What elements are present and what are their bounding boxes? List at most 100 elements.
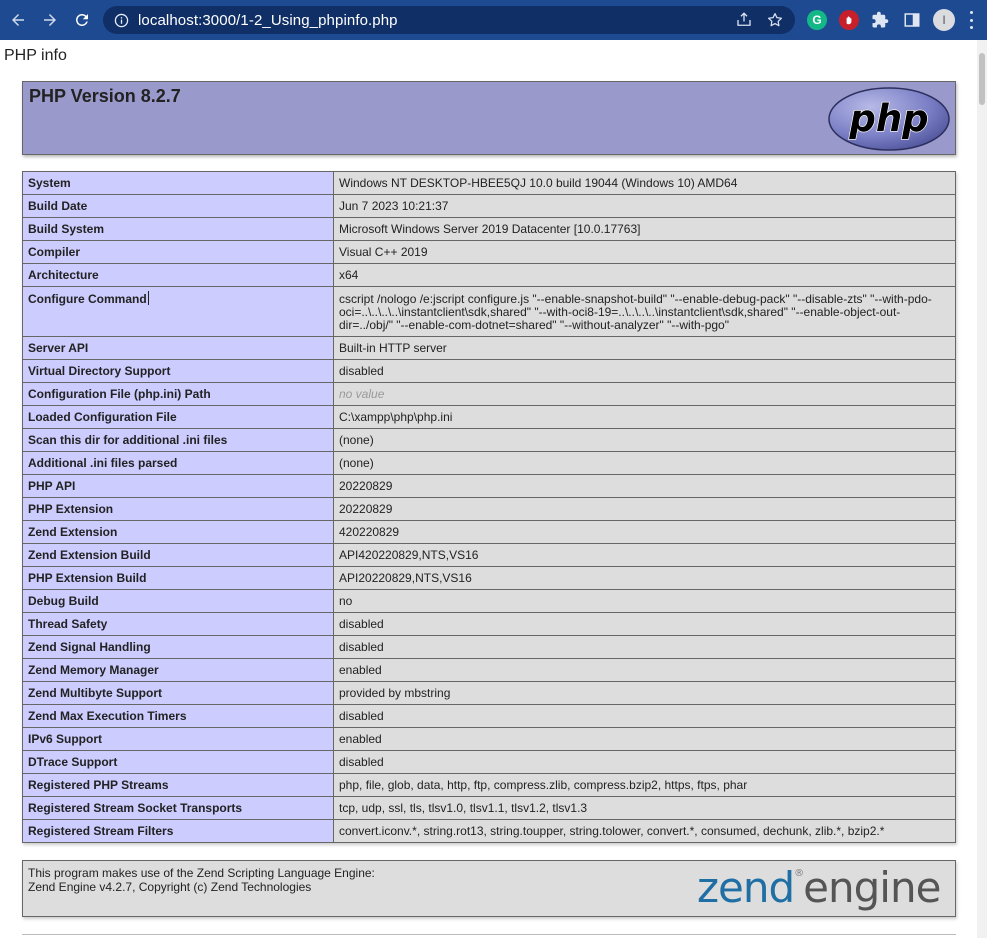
info-table-row: Debug Build no [22,589,956,613]
info-row-label: System [22,171,334,195]
info-row-label: Server API [22,336,334,360]
info-row-label: Additional .ini files parsed [22,451,334,475]
info-table-row: PHP API 20220829 [22,474,956,498]
info-row-label: Zend Extension Build [22,543,334,567]
info-row-value: cscript /nologo /e:jscript configure.js … [333,286,956,337]
info-row-label: Compiler [22,240,334,264]
extensions-puzzle-icon[interactable] [870,10,890,30]
info-row-label: Registered Stream Socket Transports [22,796,334,820]
info-row-label: Virtual Directory Support [22,359,334,383]
svg-text:zend®engine: zend®engine [697,866,940,912]
info-row-label: Configure Command [22,286,334,337]
info-row-value: disabled [333,635,956,659]
info-row-value: Windows NT DESKTOP-HBEE5QJ 10.0 build 19… [333,171,956,195]
info-row-value: no [333,589,956,613]
info-row-label: Loaded Configuration File [22,405,334,429]
forward-button[interactable] [37,7,63,33]
info-row-value: php, file, glob, data, http, ftp, compre… [333,773,956,797]
info-row-label: Zend Signal Handling [22,635,334,659]
info-row-value: 20220829 [333,474,956,498]
zend-logo-word-1: zend [697,866,794,912]
info-row-label: PHP Extension [22,497,334,521]
more-menu-icon[interactable] [966,11,976,29]
info-table-row: DTrace Support disabled [22,750,956,774]
info-row-value: disabled [333,750,956,774]
info-row-value: C:\xampp\php\php.ini [333,405,956,429]
info-row-value: tcp, udp, ssl, tls, tlsv1.0, tlsv1.1, tl… [333,796,956,820]
php-version-header: PHP Version 8.2.7 php [22,81,956,155]
info-row-label: IPv6 Support [22,727,334,751]
info-table-row: Registered Stream Filters convert.iconv.*… [22,819,956,843]
php-version-heading: PHP Version 8.2.7 [29,86,181,106]
info-row-label: Zend Multibyte Support [22,681,334,705]
vertical-scrollbar[interactable] [977,40,987,938]
info-table-row: Zend Memory Manager enabled [22,658,956,682]
info-table-row: Zend Multibyte Support provided by mbstri… [22,681,956,705]
info-row-value: enabled [333,727,956,751]
info-row-label: Configuration File (php.ini) Path [22,382,334,406]
address-bar[interactable]: localhost:3000/1-2_Using_phpinfo.php [103,6,795,34]
info-table-row: Zend Max Execution Timers disabled [22,704,956,728]
info-row-label: Scan this dir for additional .ini files [22,428,334,452]
info-row-label: Registered Stream Filters [22,819,334,843]
url-text[interactable]: localhost:3000/1-2_Using_phpinfo.php [138,12,398,29]
php-logo-icon: php [828,87,950,151]
info-row-label: Thread Safety [22,612,334,636]
info-table-row: Zend Extension Build API420220829,NTS,VS1… [22,543,956,567]
info-row-label: Architecture [22,263,334,287]
info-row-value: (none) [333,428,956,452]
info-table-row: Zend Signal Handling disabled [22,635,956,659]
zend-engine-footer: This program makes use of the Zend Scrip… [22,860,956,917]
info-table-row: Build System Microsoft Windows Server 201… [22,217,956,241]
info-table-row: IPv6 Support enabled [22,727,956,751]
bookmark-star-icon[interactable] [766,11,784,29]
info-row-value: provided by mbstring [333,681,956,705]
info-row-label: Build Date [22,194,334,218]
info-table-row: Configuration File (php.ini) Path no valu… [22,382,956,406]
info-table-row: PHP Extension Build API20220829,NTS,VS16 [22,566,956,590]
adblock-extension-icon[interactable] [839,10,859,30]
info-row-label: PHP API [22,474,334,498]
info-row-value: convert.iconv.*, string.rot13, string.to… [333,819,956,843]
info-table-row: Loaded Configuration File C:\xampp\php\ph… [22,405,956,429]
divider-line [22,934,956,935]
zend-footer-line-2: Zend Engine v4.2.7, Copyright (c) Zend T… [28,880,312,894]
page-content: PHP info PHP Version 8.2.7 php System Win… [0,40,987,938]
info-row-label: Zend Max Execution Timers [22,704,334,728]
scrollbar-thumb[interactable] [979,53,985,105]
info-row-label: DTrace Support [22,750,334,774]
info-table-row: Compiler Visual C++ 2019 [22,240,956,264]
info-row-value: Visual C++ 2019 [333,240,956,264]
info-row-label: Zend Memory Manager [22,658,334,682]
side-panel-icon[interactable] [902,10,922,30]
zend-engine-logo-icon: zend®engine [697,866,941,912]
zend-logo-word-2: engine [803,866,940,912]
info-table-row: System Windows NT DESKTOP-HBEE5QJ 10.0 bu… [22,171,956,195]
info-row-value: disabled [333,704,956,728]
reload-button[interactable] [69,7,95,33]
info-icon[interactable] [113,12,129,28]
php-logo-text: php [848,97,928,140]
profile-avatar[interactable]: I [933,9,955,31]
info-table-row: PHP Extension 20220829 [22,497,956,521]
info-row-value: disabled [333,359,956,383]
info-row-label: Debug Build [22,589,334,613]
info-table-row: Zend Extension 420220829 [22,520,956,544]
info-row-label: Zend Extension [22,520,334,544]
zend-footer-line-1: This program makes use of the Zend Scrip… [28,866,375,880]
info-row-label: Registered PHP Streams [22,773,334,797]
info-row-value: x64 [333,263,956,287]
info-table-row: Scan this dir for additional .ini files(… [22,428,956,452]
share-icon[interactable] [735,11,753,29]
info-table-row: Additional .ini files parsed (none) [22,451,956,475]
back-button[interactable] [5,7,31,33]
info-row-value: 420220829 [333,520,956,544]
info-table-row: Thread Safety disabled [22,612,956,636]
info-table-row: Virtual Directory Support disabled [22,359,956,383]
text-caret [147,291,149,305]
info-row-label: PHP Extension Build [22,566,334,590]
php-info-table: System Windows NT DESKTOP-HBEE5QJ 10.0 bu… [22,171,956,843]
arrow-right-icon [44,14,56,26]
page-title: PHP info [4,47,67,64]
grammarly-extension-icon[interactable]: G [807,10,827,30]
